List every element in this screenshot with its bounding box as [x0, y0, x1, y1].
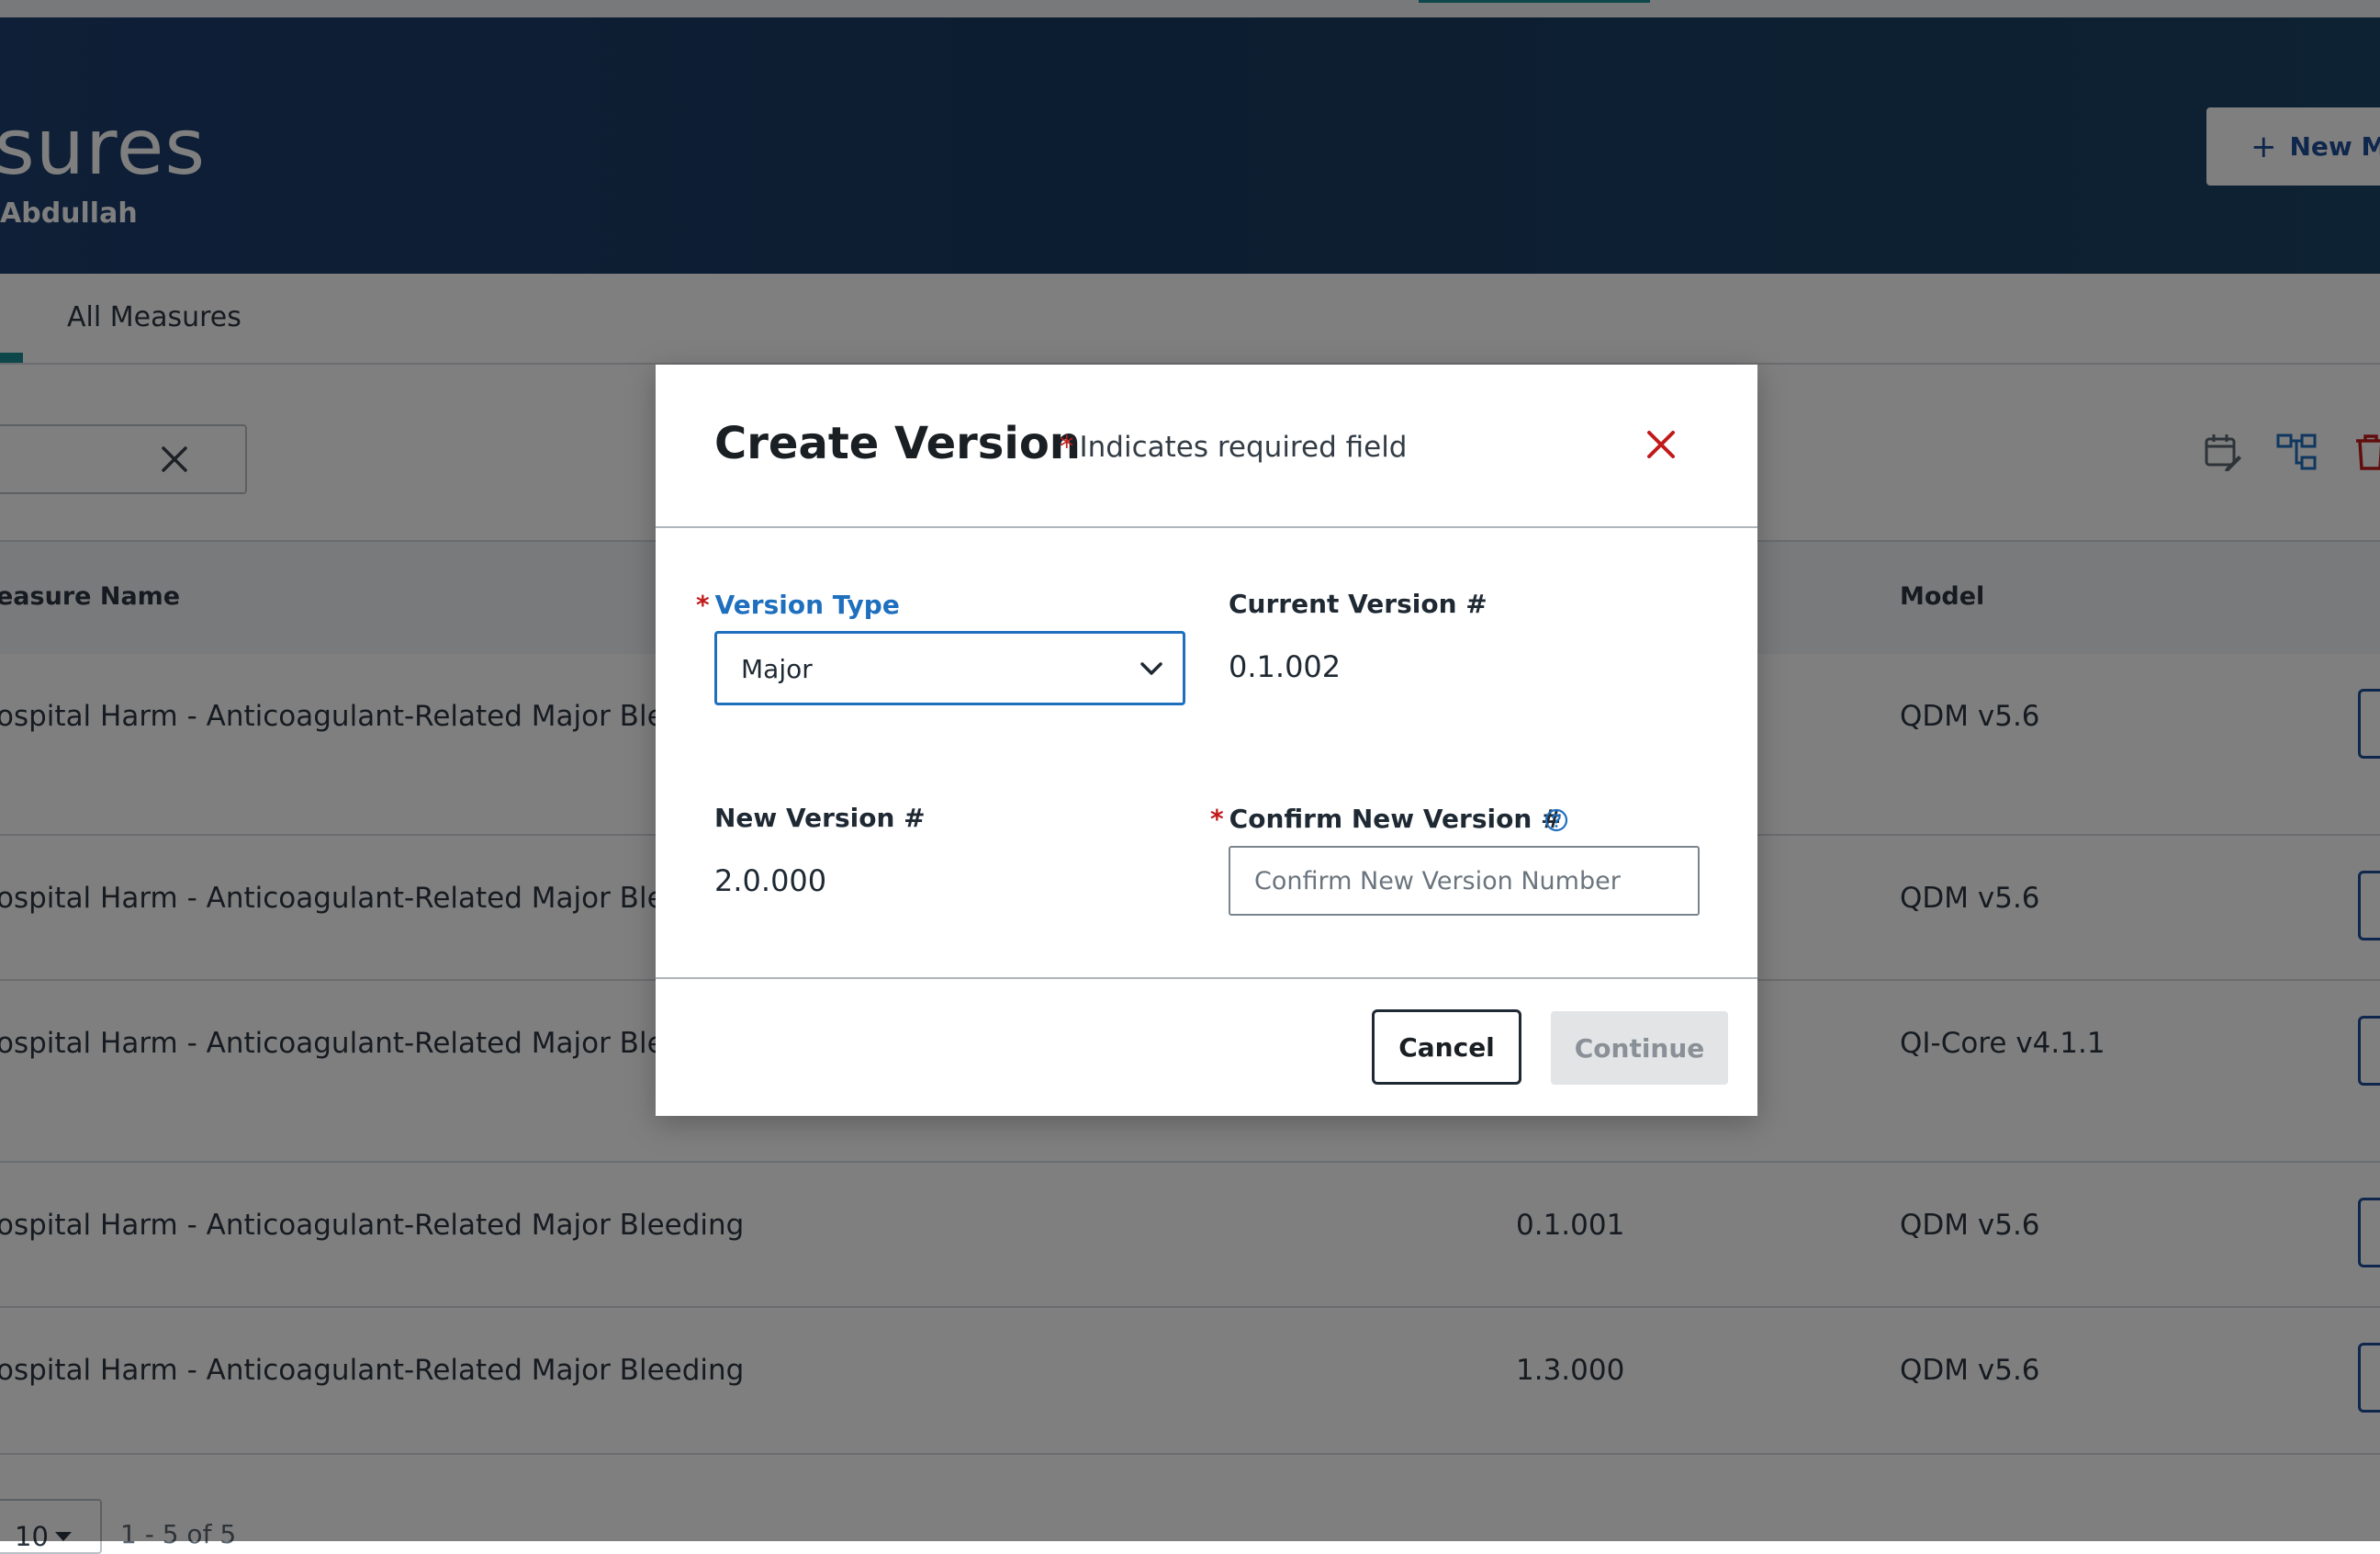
dialog-title: Create Version [714, 418, 1081, 469]
dialog-footer-divider [656, 977, 1757, 979]
version-type-label: *Version Type [696, 590, 900, 620]
chevron-down-icon [1139, 659, 1163, 678]
confirm-version-input[interactable] [1229, 846, 1700, 916]
version-type-label-text: Version Type [715, 590, 900, 620]
confirm-version-label-text: Confirm New Version # [1229, 804, 1563, 834]
continue-button[interactable]: Continue [1551, 1011, 1728, 1085]
close-icon[interactable] [1645, 429, 1677, 460]
required-marker: * [696, 590, 710, 620]
required-note-text: Indicates required field [1080, 431, 1408, 464]
version-type-value: Major [741, 654, 813, 684]
new-version-value: 2.0.000 [714, 863, 826, 898]
current-version-value: 0.1.002 [1229, 649, 1341, 684]
required-marker: * [1210, 804, 1224, 834]
dialog-divider [656, 526, 1757, 528]
help-icon[interactable] [1544, 808, 1568, 832]
version-type-select[interactable]: Major [714, 631, 1185, 705]
current-version-label: Current Version # [1229, 589, 1488, 619]
required-field-note: *Indicates required field [1060, 431, 1407, 464]
new-version-label: New Version # [714, 803, 926, 833]
confirm-version-label: *Confirm New Version # [1210, 804, 1562, 834]
create-version-dialog: Create Version *Indicates required field… [656, 365, 1757, 1116]
cancel-button[interactable]: Cancel [1372, 1009, 1521, 1085]
required-marker: * [1060, 431, 1074, 464]
